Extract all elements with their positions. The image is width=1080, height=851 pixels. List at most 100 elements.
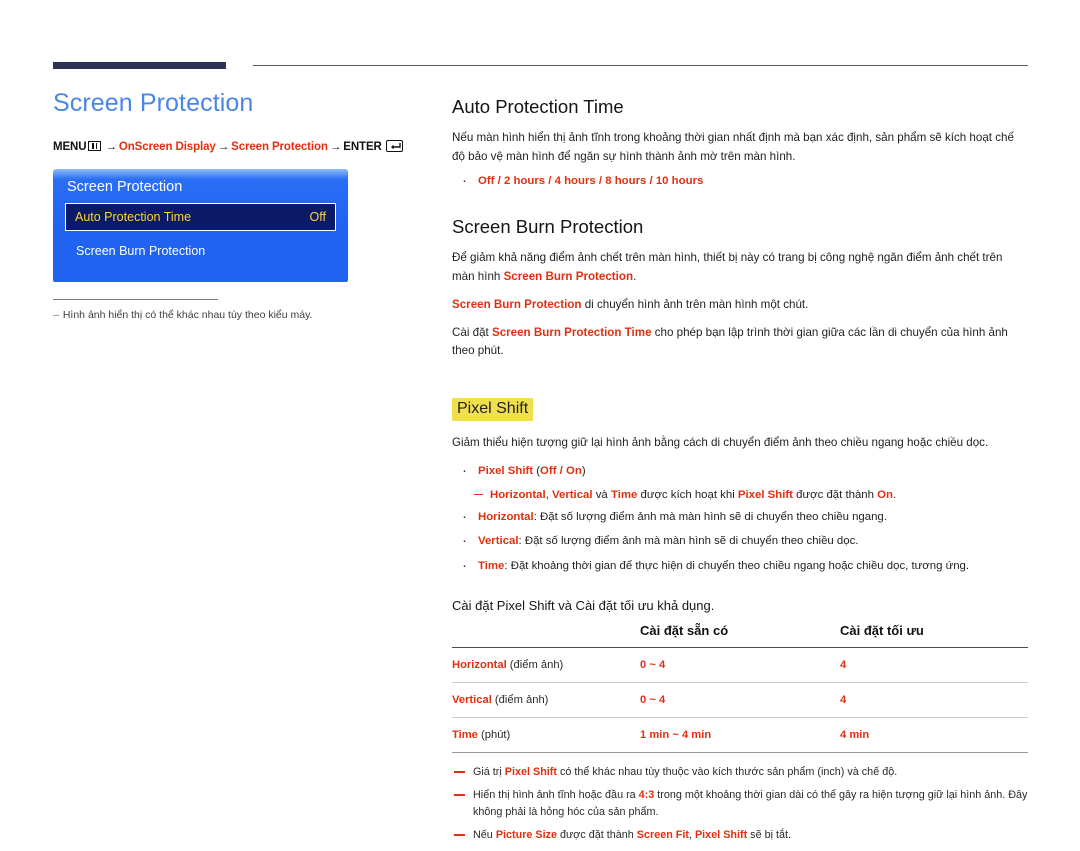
list-item-horizontal: Horizontal: Đặt số lượng điểm ảnh mà màn… xyxy=(452,505,1028,529)
row-term: Horizontal xyxy=(452,659,507,672)
footnote-term-pixel-shift: Pixel Shift xyxy=(504,766,557,779)
left-note-text: Hình ảnh hiển thị có thể khác nhau tùy t… xyxy=(62,308,313,321)
table-lead-text: Cài đặt Pixel Shift và Cài đặt tối ưu kh… xyxy=(452,597,715,613)
menu-path-step-onscreen-display: OnScreen Display xyxy=(118,140,216,153)
osd-row-screen-burn-protection[interactable]: Screen Burn Protection xyxy=(65,238,336,264)
sub-term-pixel-shift: Pixel Shift xyxy=(737,488,793,501)
row-term: Vertical xyxy=(452,694,492,707)
cell-value: 1 min ~ 4 min xyxy=(640,729,712,742)
list-item-pixel-shift-note: Horizontal, Vertical và Time được kích h… xyxy=(452,486,1028,504)
left-column: Screen Protection MENU → OnScreen Display →… xyxy=(53,89,413,324)
cell-value: 4 min xyxy=(840,729,870,742)
pixel-shift-settings-table: Cài đặt sẵn có Cài đặt tối ưu Horizontal… xyxy=(452,623,1028,754)
cell-optimum: 4 xyxy=(840,647,1028,684)
sub-sep-3: được kích hoạt khi xyxy=(637,488,738,501)
osd-row-label: Auto Protection Time xyxy=(75,210,192,224)
pixel-shift-heading-wrap: Pixel Shift xyxy=(452,370,1028,434)
burn-protection-paragraph-2: Screen Burn Protection di chuyển hình ản… xyxy=(452,296,1028,315)
pixel-shift-intro: Giảm thiểu hiện tượng giữ lại hình ảnh b… xyxy=(452,435,989,449)
list-item-time: Time: Đặt khoảng thời gian để thực hiện … xyxy=(452,554,1028,578)
menu-grid-icon xyxy=(88,140,102,151)
table-header-row: Cài đặt sẵn có Cài đặt tối ưu xyxy=(452,623,1028,648)
cell-value: 0 ~ 4 xyxy=(640,659,666,672)
list-item-vertical: Vertical: Đặt số lượng điểm ảnh mà màn h… xyxy=(452,529,1028,553)
column-header-optimum: Cài đặt tối ưu xyxy=(840,623,924,639)
burn-p2-term: Screen Burn Protection xyxy=(452,297,582,311)
bullet-rest: : Đặt số lượng điểm ảnh mà màn hình sẽ d… xyxy=(518,535,859,548)
bullet-term: Vertical xyxy=(478,535,519,548)
osd-row-auto-protection-time[interactable]: Auto Protection Time Off xyxy=(65,203,336,231)
menu-path-arrow-3: → xyxy=(329,140,342,153)
auto-protection-options: Off / 2 hours / 4 hours / 8 hours / 10 h… xyxy=(478,174,704,187)
burn-p3-term: Screen Burn Protection Time xyxy=(491,325,652,339)
burn-p1-term: Screen Burn Protection xyxy=(503,270,634,284)
column-header-available: Cài đặt sẵn có xyxy=(640,623,729,639)
header-rule-thick xyxy=(53,62,226,69)
column-header-blank xyxy=(452,623,640,648)
row-label-vertical: Vertical (điểm ảnh) xyxy=(452,682,640,719)
row-label-time: Time (phút) xyxy=(452,717,640,754)
sub-term-on: On xyxy=(877,488,893,501)
note-divider xyxy=(53,298,218,300)
table-row: Vertical (điểm ảnh) 0 ~ 4 4 xyxy=(452,682,1028,719)
section-heading-auto-protection-time: Auto Protection Time xyxy=(452,96,624,117)
cell-available: 0 ~ 4 xyxy=(640,647,840,684)
footnote-term-picture-size: Picture Size xyxy=(495,829,558,842)
burn-protection-paragraph-3: Cài đặt Screen Burn Protection Time cho … xyxy=(452,324,1028,362)
bullet-paren-close: ) xyxy=(581,464,586,477)
osd-menu-panel: Screen Protection Auto Protection Time O… xyxy=(53,168,348,282)
table-row: Horizontal (điểm ảnh) 0 ~ 4 4 xyxy=(452,647,1028,684)
burn-p1-text-b: . xyxy=(633,270,637,284)
menu-path-arrow-1: → xyxy=(105,140,117,153)
osd-menu-title: Screen Protection xyxy=(67,178,183,195)
bullet-rest: : Đặt khoảng thời gian để thực hiện di c… xyxy=(504,559,970,572)
footnote-static-image: Hiển thị hình ảnh tĩnh hoặc đầu ra 4:3 t… xyxy=(452,787,1028,820)
menu-path-menu-label: MENU xyxy=(53,140,87,153)
cell-optimum: 4 min xyxy=(840,717,1028,754)
burn-protection-paragraph-1: Để giảm khả năng điểm ảnh chết trên màn … xyxy=(452,249,1028,287)
cell-available: 1 min ~ 4 min xyxy=(640,717,840,754)
row-unit: (điểm ảnh) xyxy=(506,659,564,672)
footnote-text-a: Nếu xyxy=(473,829,496,842)
table-row: Time (phút) 1 min ~ 4 min 4 min xyxy=(452,717,1028,754)
sub-term-time: Time xyxy=(610,488,638,501)
footnote-picture-size: Nếu Picture Size được đặt thành Screen F… xyxy=(452,827,1028,843)
enter-key-icon xyxy=(385,139,403,152)
note-dash-icon: – xyxy=(53,308,59,321)
footnote-term-pixel-shift: Pixel Shift xyxy=(694,829,748,842)
table-head: Cài đặt sẵn có Cài đặt tối ưu xyxy=(452,623,1028,648)
bullet-options: Off / On xyxy=(540,464,582,477)
list-item: Off / 2 hours / 4 hours / 8 hours / 10 h… xyxy=(452,169,1028,193)
bullet-paren-open: ( xyxy=(533,464,541,477)
osd-row-value: Off xyxy=(309,210,326,224)
sub-sep-2: và xyxy=(592,488,611,501)
auto-protection-options-list: Off / 2 hours / 4 hours / 8 hours / 10 h… xyxy=(452,169,1028,193)
footnote-term-screen-fit: Screen Fit xyxy=(636,829,689,842)
footnote-text-b: có thể khác nhau tùy thuộc vào kích thướ… xyxy=(557,766,898,779)
footnote-text-a: Hiển thị hình ảnh tĩnh hoặc đầu ra xyxy=(473,789,639,802)
menu-path-breadcrumb: MENU → OnScreen Display → Screen Protection →… xyxy=(53,139,413,153)
pixel-shift-bullet-list: Pixel Shift (Off / On) Horizontal, Verti… xyxy=(452,459,1028,578)
document-page: Screen Protection MENU → OnScreen Display →… xyxy=(0,0,1080,841)
left-note: – Hình ảnh hiển thị có thể khác nhau tùy … xyxy=(53,308,413,324)
bullet-term: Pixel Shift xyxy=(478,464,534,477)
footnote-text-d: sẽ bị tắt. xyxy=(747,829,791,842)
sub-sep-4: được đặt thành xyxy=(792,488,878,501)
section-heading-screen-burn-protection: Screen Burn Protection xyxy=(452,216,644,238)
burn-p3-text-a: Cài đặt xyxy=(452,325,492,339)
header-rule-thin xyxy=(253,65,1028,66)
list-item-pixel-shift: Pixel Shift (Off / On) xyxy=(452,459,1028,483)
cell-value: 4 xyxy=(840,694,847,707)
sub-sep-5: . xyxy=(892,488,897,501)
bullet-rest: : Đặt số lượng điểm ảnh mà màn hình sẽ d… xyxy=(533,511,887,524)
header-rules xyxy=(0,62,1080,74)
cell-optimum: 4 xyxy=(840,682,1028,719)
cell-available: 0 ~ 4 xyxy=(640,682,840,719)
menu-path-step-screen-protection: Screen Protection xyxy=(231,140,328,153)
menu-path-enter-label: ENTER xyxy=(343,140,382,153)
sub-term-vertical: Vertical xyxy=(552,488,593,501)
row-label-horizontal: Horizontal (điểm ảnh) xyxy=(452,647,640,684)
footnote-pixel-shift-values: Giá trị Pixel Shift có thể khác nhau tùy… xyxy=(452,764,1028,780)
footnote-term-ratio: 4:3 xyxy=(638,789,655,802)
row-unit: (phút) xyxy=(477,729,511,742)
